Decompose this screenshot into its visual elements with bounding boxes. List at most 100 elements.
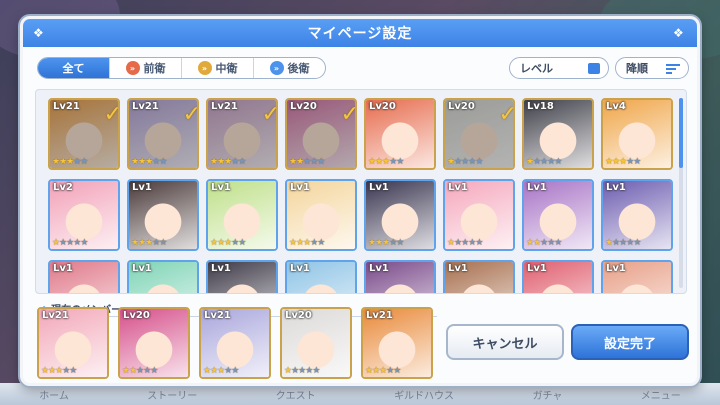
checkmark-icon: ✓ <box>104 102 118 127</box>
bottom-nav-item[interactable]: ガチャ <box>532 387 562 402</box>
star-rank-icon: ★★★★★ <box>52 238 88 248</box>
sort-key-icon <box>588 63 600 74</box>
chevron-yellow-icon: » <box>197 61 212 75</box>
position-filter-tabs: 全て» 前衛» 中衛» 後衛 <box>37 57 326 79</box>
roster-card[interactable]: Lv1★★★★★ <box>601 260 673 293</box>
character-level: Lv1 <box>290 263 310 274</box>
bottom-nav-item[interactable]: ギルドハウス <box>394 387 454 402</box>
star-rank-icon: ★★★★★ <box>368 157 404 167</box>
character-level: Lv20 <box>123 310 150 321</box>
sort-key-label: レベル <box>520 62 553 75</box>
member-card[interactable]: Lv20 ★★★★★ <box>118 307 190 379</box>
roster-card[interactable]: Lv21 ★★★★★ ✓ <box>48 98 120 170</box>
corner-ornament-icon: ❖ <box>33 26 45 40</box>
tab-label: 前衛 <box>143 62 166 75</box>
checkmark-icon: ✓ <box>499 102 513 127</box>
roster-card[interactable]: Lv1★★★★★ <box>48 260 120 293</box>
star-rank-icon: ★★★★★ <box>210 238 246 248</box>
roster-card[interactable]: Lv1★★★★★ <box>364 260 436 293</box>
character-level: Lv1 <box>527 182 547 193</box>
tab-0[interactable]: 全て <box>38 58 110 78</box>
scrollbar-thumb[interactable] <box>679 98 683 168</box>
bottom-nav-item[interactable]: メニュー <box>641 387 681 402</box>
roster-card[interactable]: Lv1★★★★★ <box>522 179 594 251</box>
roster-card[interactable]: Lv1★★★★★ <box>285 260 357 293</box>
tab-1[interactable]: » 前衛 <box>110 58 182 78</box>
sort-key-dropdown[interactable]: レベル <box>509 57 609 79</box>
roster-card[interactable]: Lv1 ★★★★★ <box>443 179 515 251</box>
tab-2[interactable]: » 中衛 <box>182 58 254 78</box>
character-level: Lv21 <box>204 310 231 321</box>
character-level: Lv1 <box>211 263 231 274</box>
roster-card[interactable]: Lv1★★★★★ <box>206 260 278 293</box>
tab-label: 全て <box>62 62 85 75</box>
tab-label: 後衛 <box>287 62 310 75</box>
star-rank-icon: ★★★★★ <box>526 157 562 167</box>
star-rank-icon: ★★★★★ <box>365 366 401 376</box>
character-level: Lv1 <box>211 182 231 193</box>
roster-card[interactable]: Lv21 ★★★★★ ✓ <box>206 98 278 170</box>
roster-card[interactable]: Lv1 ★★★★★ <box>206 179 278 251</box>
star-rank-icon: ★★★★★ <box>122 366 158 376</box>
sort-descending-icon <box>666 64 680 74</box>
roster-card[interactable]: Lv2 ★★★★★ <box>48 179 120 251</box>
roster-card[interactable]: Lv20 ★★★★★ ✓ <box>285 98 357 170</box>
confirm-settings-button[interactable]: 設定完了 <box>571 324 689 360</box>
roster-card[interactable]: Lv1★★★★★ <box>364 179 436 251</box>
dialog-title: マイページ設定 <box>307 26 413 42</box>
member-card[interactable]: Lv21 ★★★★★ <box>37 307 109 379</box>
roster-card[interactable]: Lv20 ★★★★★ ✓ <box>443 98 515 170</box>
corner-ornament-icon: ❖ <box>673 26 685 40</box>
star-rank-icon: ★★★★★ <box>447 238 483 248</box>
mypage-settings-dialog: ❖ マイページ設定 ❖ 全て» 前衛» 中衛» 後衛 レベル 降順 Lv21 ★★★★★… <box>20 16 700 386</box>
character-level: Lv18 <box>527 101 554 112</box>
roster-card[interactable]: Lv20 ★★★★★ <box>364 98 436 170</box>
character-level: Lv1 <box>369 182 389 193</box>
roster-card[interactable]: Lv21 ★★★★★ ✓ <box>127 98 199 170</box>
character-level: Lv1 <box>527 263 547 274</box>
roster-card[interactable]: Lv1★★★★★ <box>522 260 594 293</box>
character-level: Lv1 <box>369 263 389 274</box>
checkmark-icon: ✓ <box>262 102 276 127</box>
character-roster-grid[interactable]: Lv21 ★★★★★ ✓ Lv21 ★★★★★ ✓ Lv21 ★★★★★ ✓ Lv20 ★★★★★ ✓… <box>35 89 687 294</box>
character-level: Lv1 <box>132 182 152 193</box>
member-card[interactable]: Lv20 ★★★★★ <box>280 307 352 379</box>
dialog-title-bar: ❖ マイページ設定 ❖ <box>23 19 697 47</box>
bottom-nav-item[interactable]: クエスト <box>276 387 316 402</box>
cancel-button[interactable]: キャンセル <box>446 324 564 360</box>
star-rank-icon: ★★★★★ <box>41 366 77 376</box>
filter-toolbar: 全て» 前衛» 中衛» 後衛 レベル 降順 <box>37 57 689 81</box>
chevron-blue-icon: » <box>269 61 284 75</box>
character-level: Lv20 <box>290 101 317 112</box>
roster-card[interactable]: Lv1★★★★★ <box>285 179 357 251</box>
character-level: Lv1 <box>606 182 626 193</box>
checkmark-icon: ✓ <box>341 102 355 127</box>
sort-order-toggle[interactable]: 降順 <box>615 57 689 79</box>
star-rank-icon: ★★★★★ <box>605 238 641 248</box>
character-level: Lv1 <box>606 263 626 274</box>
star-rank-icon: ★★★★★ <box>52 157 88 167</box>
member-card[interactable]: Lv21 ★★★★★ <box>199 307 271 379</box>
star-rank-icon: ★★★★★ <box>203 366 239 376</box>
character-level: Lv1 <box>132 263 152 274</box>
character-level: Lv1 <box>290 182 310 193</box>
tab-3[interactable]: » 後衛 <box>254 58 325 78</box>
character-level: Lv20 <box>448 101 475 112</box>
bottom-nav-item[interactable]: ホーム <box>39 387 69 402</box>
star-rank-icon: ★★★★★ <box>605 157 641 167</box>
bottom-nav-item[interactable]: ストーリー <box>147 387 197 402</box>
character-level: Lv21 <box>132 101 159 112</box>
roster-card[interactable]: Lv1★★★★★ <box>443 260 515 293</box>
member-card[interactable]: Lv21 ★★★★★ <box>361 307 433 379</box>
roster-card[interactable]: Lv4 ★★★★★ <box>601 98 673 170</box>
character-level: Lv4 <box>606 101 626 112</box>
character-level: Lv1 <box>448 182 468 193</box>
character-level: Lv21 <box>42 310 69 321</box>
bottom-nav: ホーム ストーリー クエスト ギルドハウス ガチャ メニュー <box>0 383 720 405</box>
roster-scrollbar[interactable] <box>679 98 683 288</box>
roster-card[interactable]: Lv1★★★★★ <box>127 179 199 251</box>
star-rank-icon: ★★★★★ <box>447 157 483 167</box>
roster-card[interactable]: Lv18 ★★★★★ <box>522 98 594 170</box>
roster-card[interactable]: Lv1★★★★★ <box>127 260 199 293</box>
roster-card[interactable]: Lv1 ★★★★★ <box>601 179 673 251</box>
